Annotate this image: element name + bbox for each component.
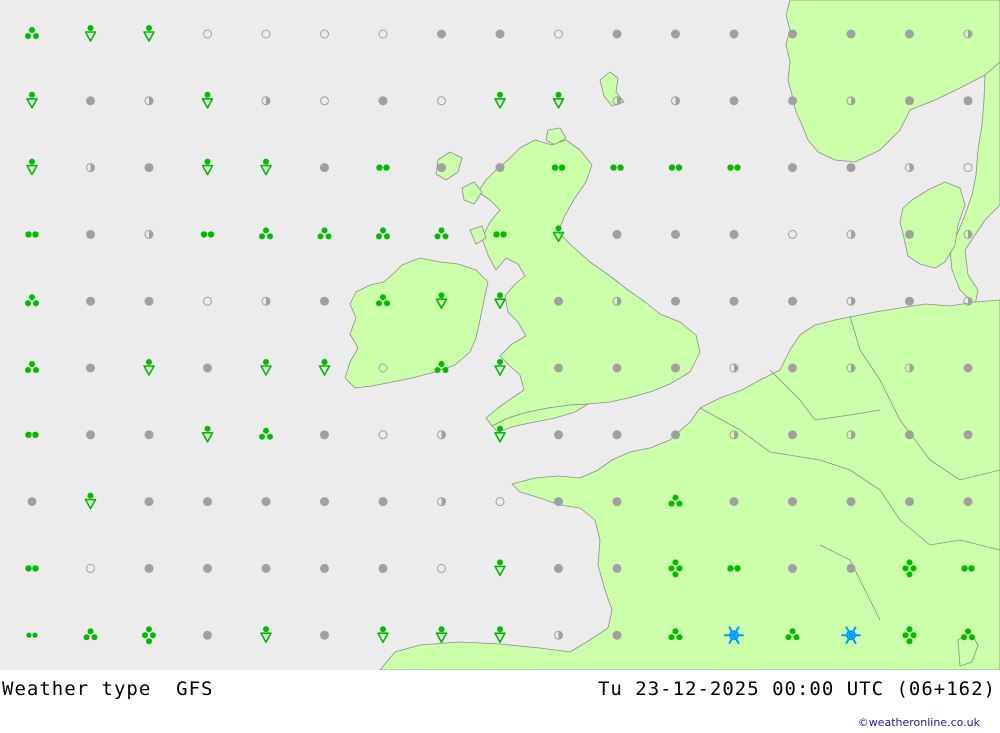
overcast-dot-symbol [963, 96, 973, 106]
overcast-dot-symbol [729, 497, 739, 507]
overcast-dot-symbol [203, 497, 212, 507]
overcast-dot-symbol [963, 430, 973, 440]
overcast-dot-symbol [788, 163, 797, 173]
overcast-dot-symbol [612, 497, 622, 507]
overcast-dot-symbol [86, 229, 95, 239]
overcast-dot-symbol [671, 296, 680, 306]
overcast-dot-symbol [86, 296, 95, 306]
overcast-dot-symbol [905, 430, 914, 440]
overcast-dot-symbol [612, 363, 622, 373]
overcast-dot-symbol [671, 229, 680, 239]
overcast-dot-symbol [612, 29, 622, 39]
overcast-dot-symbol [729, 229, 739, 239]
overcast-dot-symbol [437, 29, 446, 39]
overcast-dot-symbol [846, 563, 856, 573]
overcast-dot-symbol [788, 296, 797, 306]
overcast-dot-symbol [86, 430, 95, 440]
weather-type-map [0, 0, 1000, 670]
overcast-dot-symbol [320, 563, 329, 573]
overcast-dot-symbol [963, 363, 973, 373]
overcast-dot-symbol [320, 296, 329, 306]
overcast-dot-symbol [846, 497, 856, 507]
overcast-dot-symbol [144, 430, 154, 440]
overcast-dot-symbol [671, 430, 680, 440]
overcast-dot-symbol [846, 29, 856, 39]
overcast-dot-symbol [320, 163, 329, 173]
overcast-dot-symbol [86, 96, 95, 106]
overcast-dot-symbol [261, 563, 271, 573]
overcast-dot-symbol [378, 563, 388, 573]
overcast-dot-symbol [788, 96, 797, 106]
overcast-dot-symbol [203, 630, 212, 640]
overcast-dot-symbol [378, 497, 388, 507]
product-name: Weather type [2, 678, 152, 700]
overcast-dot-symbol [612, 430, 622, 440]
overcast-dot-symbol [495, 29, 505, 39]
overcast-dot-symbol [144, 563, 154, 573]
overcast-dot-symbol [612, 630, 622, 640]
overcast-dot-symbol [320, 630, 329, 640]
overcast-dot-symbol [788, 363, 797, 373]
overcast-dot-symbol [554, 430, 563, 440]
forecast-datetime: Tu 23-12-2025 00:00 UTC (06+162) [597, 678, 996, 700]
overcast-dot-symbol [905, 296, 914, 306]
overcast-dot-symbol [27, 497, 37, 507]
overcast-dot-symbol [554, 363, 563, 373]
overcast-dot-symbol [554, 563, 563, 573]
model-name: GFS [176, 678, 214, 700]
overcast-dot-symbol [144, 497, 154, 507]
overcast-dot-symbol [554, 296, 563, 306]
overcast-dot-symbol [671, 29, 680, 39]
overcast-dot-symbol [203, 563, 212, 573]
overcast-dot-symbol [437, 163, 446, 173]
overcast-dot-symbol [495, 163, 505, 173]
overcast-dot-symbol [378, 96, 388, 106]
overcast-dot-symbol [144, 163, 154, 173]
overcast-dot-symbol [554, 497, 563, 507]
overcast-dot-symbol [729, 96, 739, 106]
overcast-dot-symbol [788, 430, 797, 440]
overcast-dot-symbol [612, 563, 622, 573]
overcast-dot-symbol [788, 497, 797, 507]
overcast-dot-symbol [203, 363, 212, 373]
overcast-dot-symbol [320, 497, 329, 507]
overcast-dot-symbol [144, 296, 154, 306]
overcast-dot-symbol [320, 430, 329, 440]
overcast-dot-symbol [788, 563, 797, 573]
overcast-dot-symbol [788, 29, 797, 39]
overcast-dot-symbol [963, 497, 973, 507]
overcast-dot-symbol [729, 29, 739, 39]
overcast-dot-symbol [905, 96, 914, 106]
overcast-dot-symbol [612, 229, 622, 239]
overcast-dot-symbol [905, 29, 914, 39]
overcast-dot-symbol [846, 163, 856, 173]
overcast-dot-symbol [86, 363, 95, 373]
overcast-dot-symbol [261, 497, 271, 507]
overcast-dot-symbol [905, 229, 914, 239]
overcast-dot-symbol [729, 296, 739, 306]
credit-link[interactable]: ©weatheronline.co.uk [858, 716, 980, 729]
overcast-dot-symbol [905, 497, 914, 507]
overcast-dot-symbol [671, 363, 680, 373]
chart-title: Weather type GFS [2, 678, 214, 700]
